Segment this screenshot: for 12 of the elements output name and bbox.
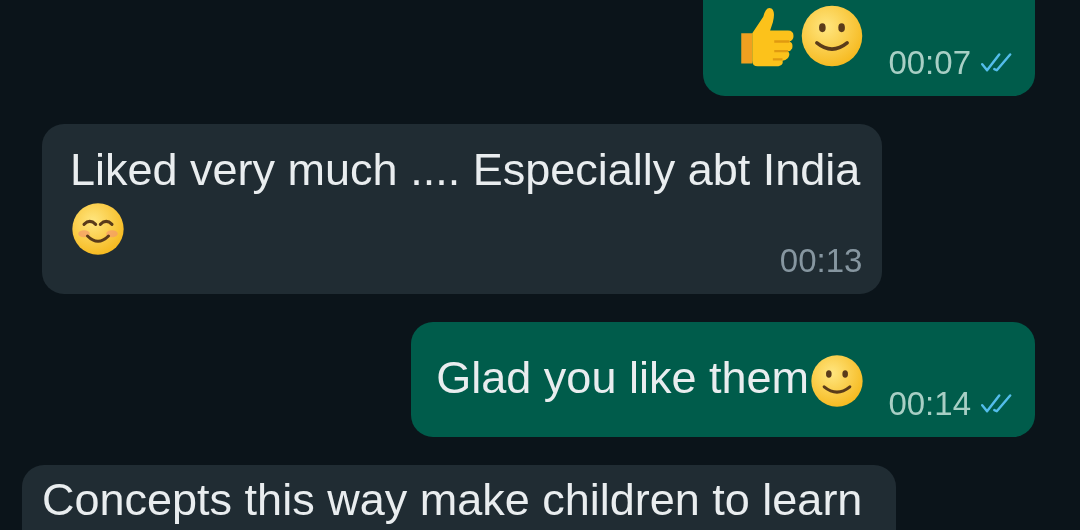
smiling-face-icon	[70, 201, 126, 258]
message-bubble[interactable]: Concepts this way make children to learn	[22, 465, 897, 530]
message-time: 00:07	[888, 44, 971, 83]
message-bubble[interactable]: 00:07	[703, 0, 1035, 97]
message-bubble[interactable]: Glad you like them 00:14	[411, 322, 1035, 438]
message-time: 00:14	[888, 385, 971, 424]
message-text: Concepts this way make children to learn	[42, 474, 863, 526]
smiley-icon	[809, 353, 865, 410]
message-text: Glad you like them	[436, 352, 809, 404]
message-bubble[interactable]: Liked very much .... Especially abt India 00:13	[42, 124, 883, 295]
message-text: Liked very much .... Especially abt India	[70, 144, 861, 196]
message-time: 00:13	[779, 242, 863, 281]
